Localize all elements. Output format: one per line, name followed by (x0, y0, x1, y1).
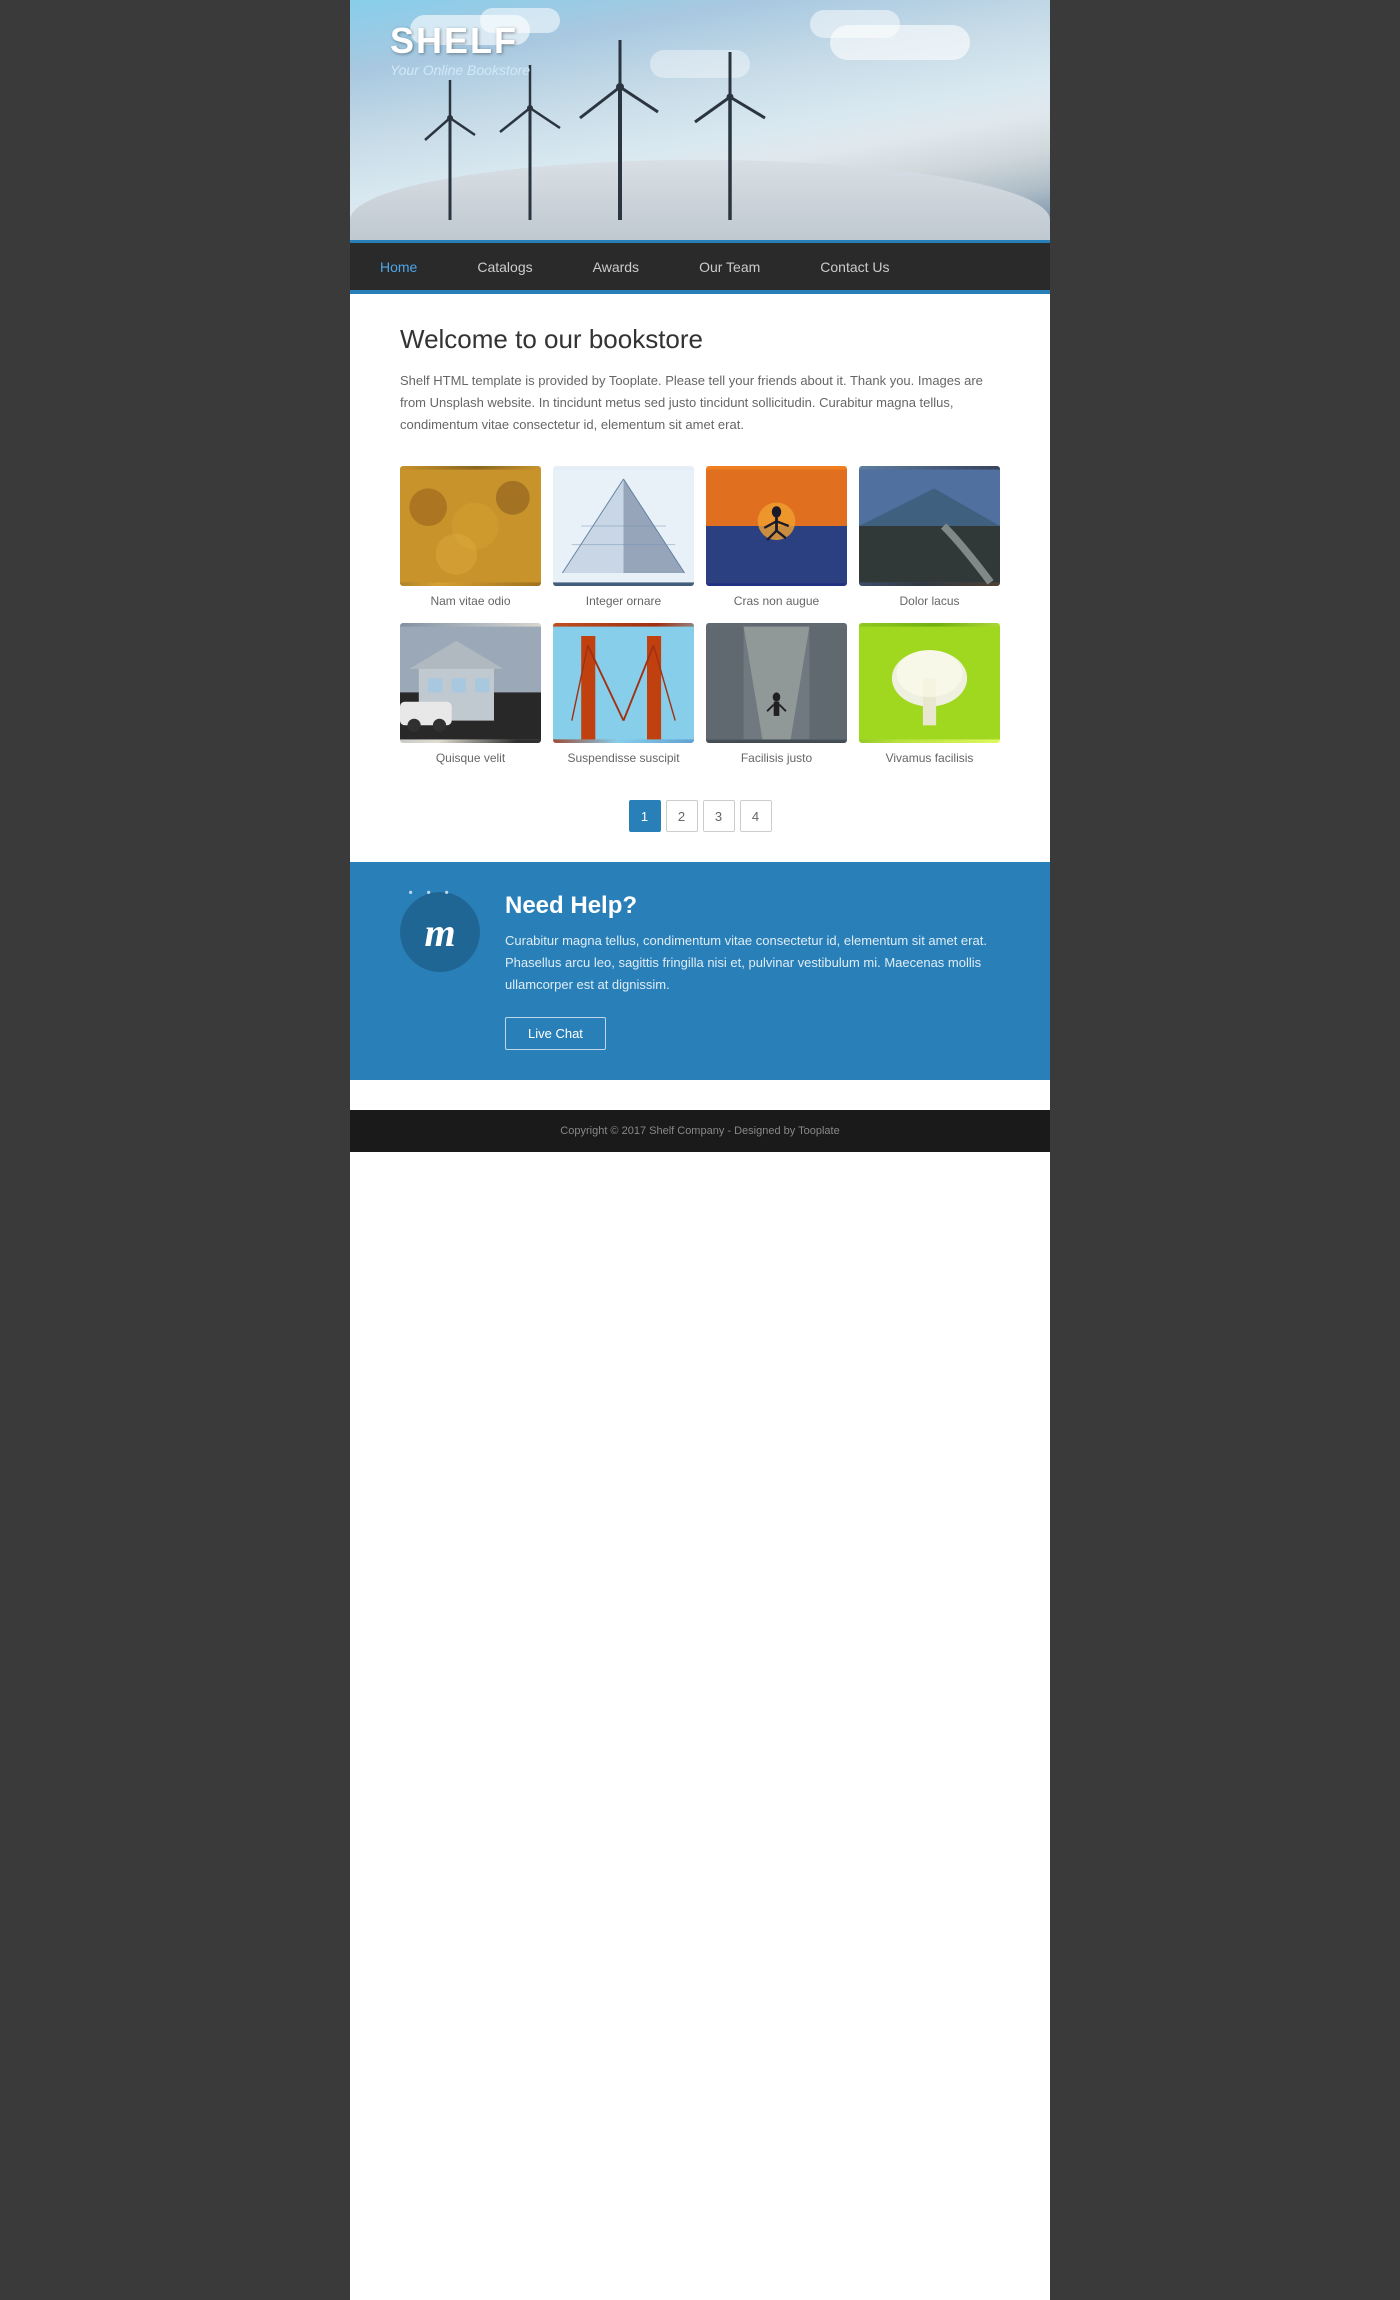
list-item: Dolor lacus (859, 466, 1000, 608)
book-image-1[interactable] (400, 466, 541, 586)
image-grid-row2: Quisque velit Suspend (400, 623, 1000, 765)
footer-text: Copyright © 2017 Shelf Company - Designe… (560, 1125, 839, 1137)
page-btn-3[interactable]: 3 (703, 800, 735, 832)
help-icon-dots: · · · (408, 882, 453, 905)
site-subtitle: Your Online Bookstore (390, 62, 530, 78)
list-item: Nam vitae odio (400, 466, 541, 608)
page-btn-2[interactable]: 2 (666, 800, 698, 832)
list-item: Quisque velit (400, 623, 541, 765)
image-caption-4: Dolor lacus (899, 594, 959, 608)
book-image-8[interactable] (859, 623, 1000, 743)
image-caption-2: Integer ornare (586, 594, 661, 608)
help-icon: · · · m (400, 892, 480, 972)
image-caption-5: Quisque velit (436, 751, 505, 765)
list-item: Cras non augue (706, 466, 847, 608)
book-image-2[interactable] (553, 466, 694, 586)
main-content: Welcome to our bookstore Shelf HTML temp… (350, 294, 1050, 1110)
help-section: · · · m Need Help? Curabitur magna tellu… (350, 862, 1050, 1079)
help-title: Need Help? (505, 892, 1000, 920)
nav-item-catalogs[interactable]: Catalogs (447, 243, 562, 290)
list-item: Suspendisse suscipit (553, 623, 694, 765)
help-icon-letter: m (424, 909, 455, 956)
book-image-7[interactable] (706, 623, 847, 743)
book-image-5[interactable] (400, 623, 541, 743)
image-caption-8: Vivamus facilisis (886, 751, 974, 765)
list-item: Vivamus facilisis (859, 623, 1000, 765)
welcome-text: Shelf HTML template is provided by Toopl… (400, 370, 1000, 436)
footer: Copyright © 2017 Shelf Company - Designe… (350, 1110, 1050, 1152)
nav-item-ourteam[interactable]: Our Team (669, 243, 790, 290)
help-text: Curabitur magna tellus, condimentum vita… (505, 930, 1000, 996)
live-chat-button[interactable]: Live Chat (505, 1017, 606, 1050)
hero-section: SHELF Your Online Bookstore (350, 0, 1050, 240)
page-btn-4[interactable]: 4 (740, 800, 772, 832)
page-wrapper: SHELF Your Online Bookstore Home Catalog… (350, 0, 1050, 2300)
image-grid-row1: Nam vitae odio Integer ornare (400, 466, 1000, 608)
list-item: Integer ornare (553, 466, 694, 608)
nav-item-awards[interactable]: Awards (563, 243, 669, 290)
welcome-title: Welcome to our bookstore (400, 324, 1000, 355)
help-text-block: Need Help? Curabitur magna tellus, condi… (505, 892, 1000, 1049)
book-image-6[interactable] (553, 623, 694, 743)
page-btn-1[interactable]: 1 (629, 800, 661, 832)
main-nav: Home Catalogs Awards Our Team Contact Us (350, 240, 1050, 290)
nav-item-contactus[interactable]: Contact Us (790, 243, 919, 290)
nav-item-home[interactable]: Home (350, 243, 447, 290)
image-caption-1: Nam vitae odio (430, 594, 510, 608)
pagination: 1 2 3 4 (400, 780, 1000, 862)
book-image-3[interactable] (706, 466, 847, 586)
book-image-4[interactable] (859, 466, 1000, 586)
site-title: SHELF (390, 20, 530, 62)
image-caption-7: Facilisis justo (741, 751, 812, 765)
cloud-4 (810, 10, 900, 38)
image-caption-6: Suspendisse suscipit (567, 751, 679, 765)
hero-title-block: SHELF Your Online Bookstore (390, 20, 530, 78)
image-caption-3: Cras non augue (734, 594, 819, 608)
list-item: Facilisis justo (706, 623, 847, 765)
